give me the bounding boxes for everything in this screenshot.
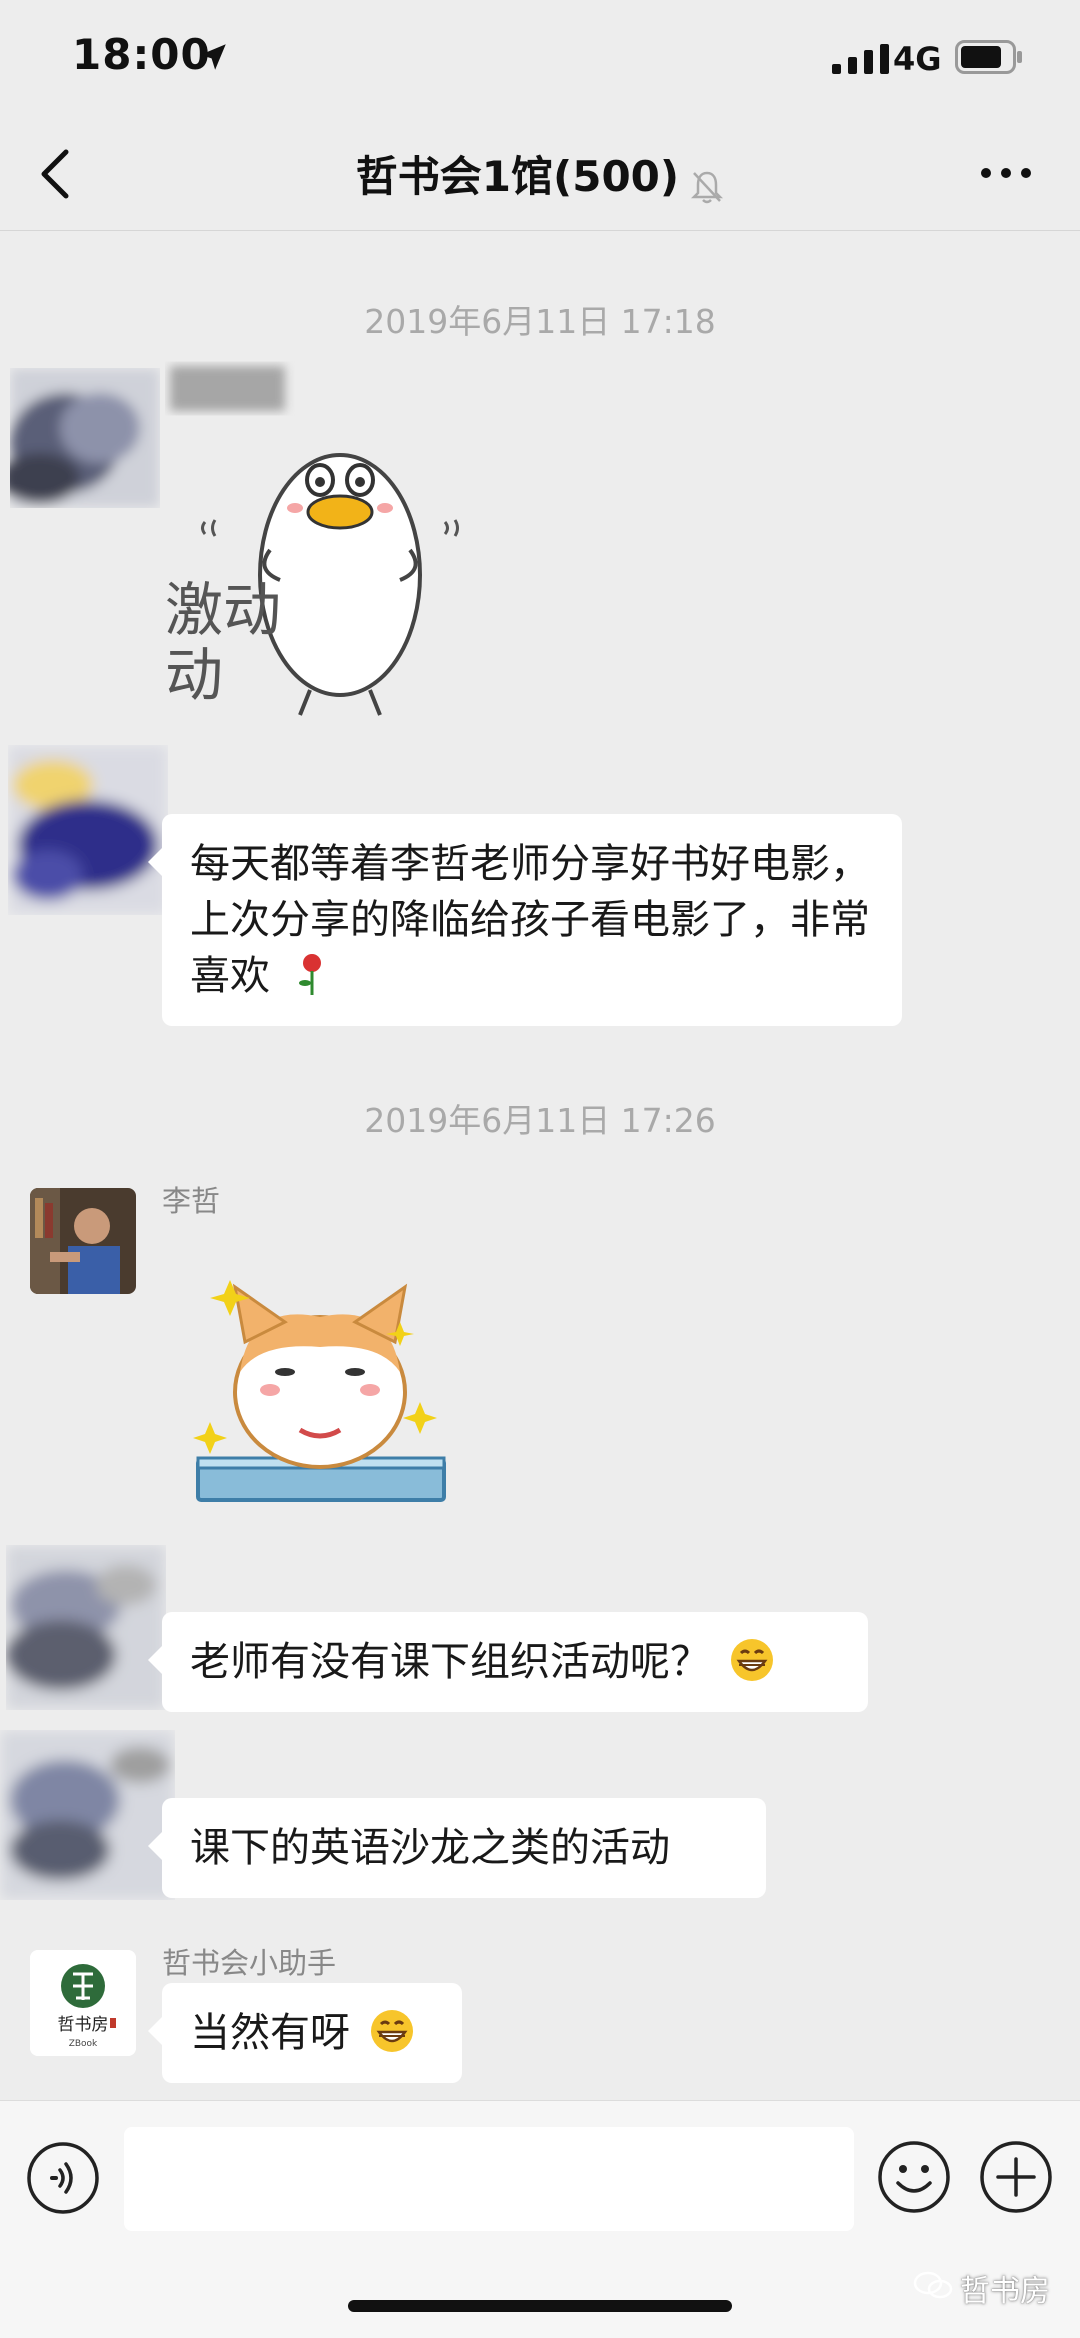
- signal-icon: [832, 44, 889, 74]
- home-indicator: [348, 2300, 732, 2312]
- avatar-blurred[interactable]: [0, 1730, 175, 1900]
- sticker-caption: 激动: [165, 576, 281, 644]
- grin-emoji-icon: [370, 2010, 413, 2052]
- mute-bell-icon: [691, 171, 724, 203]
- voice-icon[interactable]: [26, 2141, 100, 2215]
- message-bubble[interactable]: 课下的英语沙龙之类的活动: [148, 1798, 766, 1898]
- status-bar: 18:00 4G: [0, 0, 1080, 118]
- sender-name: 哲书会小助手: [162, 1946, 337, 1980]
- wechat-icon: [913, 2271, 953, 2299]
- chat-title: 哲书会1馆(500): [355, 152, 680, 201]
- message-bubble[interactable]: 每天都等着李哲老师分享好书好电影，上次分享的降临给孩子看电影了，非常喜欢: [148, 814, 902, 1026]
- message-input[interactable]: [124, 2127, 854, 2231]
- message-text: 当然有呀: [190, 2010, 350, 2056]
- message-bubble[interactable]: 老师有没有课下组织活动呢？: [148, 1612, 868, 1712]
- more-icon[interactable]: [978, 158, 1034, 188]
- message-timestamp: 2019年6月11日 17:18: [364, 302, 716, 341]
- sticker-caption-2: 动: [165, 641, 223, 709]
- grin-emoji-icon: [730, 1639, 773, 1681]
- shiba-sticker[interactable]: [190, 1262, 450, 1502]
- message-bubble[interactable]: 当然有呀: [148, 1983, 462, 2083]
- message-text: 老师有没有课下组织活动呢？: [190, 1639, 710, 1685]
- sender-name-blurred: [165, 356, 295, 426]
- emoji-icon[interactable]: [876, 2139, 952, 2215]
- rose-emoji-icon: [298, 954, 321, 995]
- assistant-logo-sub: ZBook: [69, 2039, 98, 2049]
- avatar-li-zhe[interactable]: [30, 1188, 136, 1294]
- status-time: 18:00: [72, 30, 211, 79]
- assistant-logo-text: 哲书房: [58, 2015, 109, 2035]
- avatar-blurred[interactable]: [6, 1545, 166, 1710]
- duck-sticker[interactable]: 激动 动: [160, 440, 480, 725]
- message-text: 课下的英语沙龙之类的活动: [190, 1825, 670, 1871]
- watermark: 哲书房: [960, 2274, 1050, 2309]
- avatar-assistant[interactable]: 哲书房 ZBook: [30, 1950, 136, 2056]
- chat-header: 哲书会1馆(500): [0, 118, 1080, 231]
- location-arrow-icon: [200, 44, 226, 70]
- plus-icon[interactable]: [978, 2139, 1054, 2215]
- avatar-blurred[interactable]: [8, 745, 168, 915]
- sender-name: 李哲: [162, 1184, 221, 1218]
- message-timestamp: 2019年6月11日 17:26: [364, 1101, 716, 1140]
- avatar-blurred[interactable]: [10, 368, 160, 508]
- battery-icon: [955, 40, 1022, 74]
- network-type: 4G: [893, 40, 942, 78]
